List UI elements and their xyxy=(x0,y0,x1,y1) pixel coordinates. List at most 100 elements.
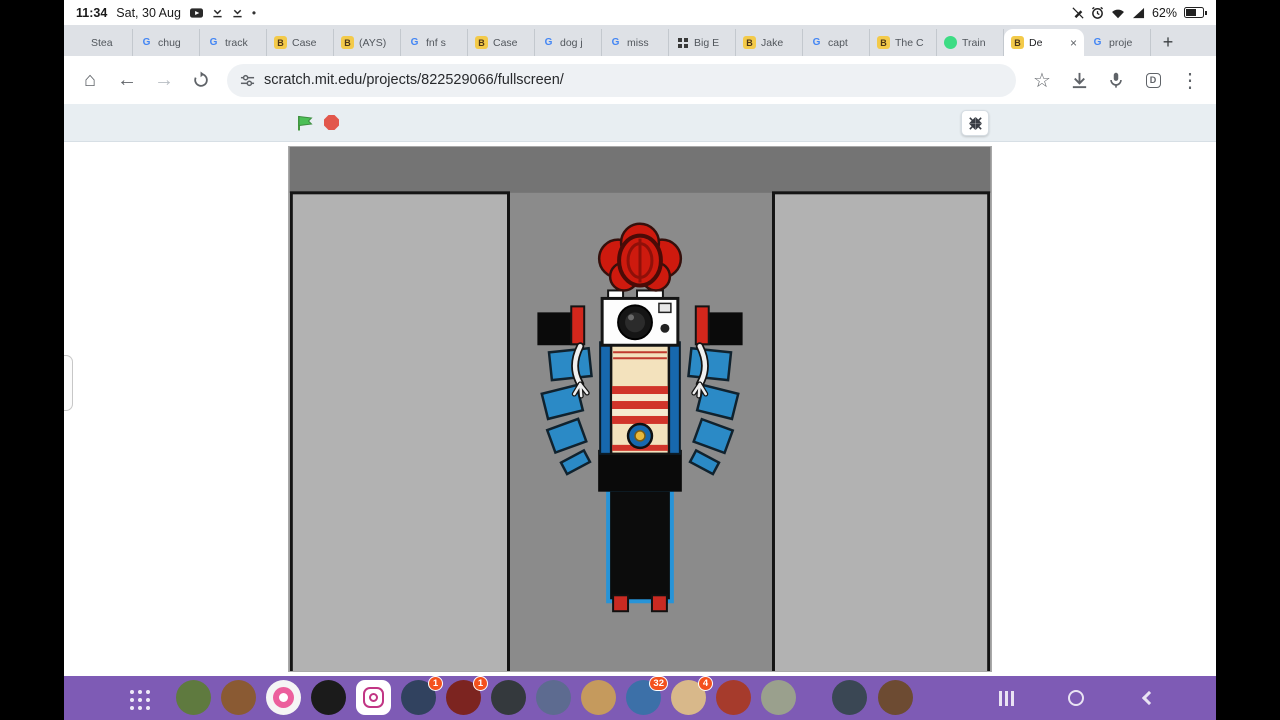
download-icon[interactable] xyxy=(1068,69,1090,91)
taskbar-app-10[interactable] xyxy=(581,680,616,715)
taskbar-apps: 1 1 32 4 xyxy=(176,676,796,715)
taskbar-app-11[interactable]: 32 xyxy=(626,676,668,715)
tab-label: The C xyxy=(895,36,924,49)
home-icon[interactable]: ⌂ xyxy=(79,69,101,91)
b-favicon: B xyxy=(1011,36,1024,49)
tab-label: fnf s xyxy=(426,36,446,49)
d-square-icon[interactable]: D xyxy=(1142,69,1164,91)
tab-label: track xyxy=(225,36,248,49)
tab-label: Jake xyxy=(761,36,784,49)
tab-label: Stea xyxy=(91,36,113,49)
pencil-off-icon xyxy=(1072,6,1084,19)
b-favicon: B xyxy=(877,36,890,49)
tab-big-e[interactable]: Big E xyxy=(669,29,736,56)
taskbar-app-5[interactable] xyxy=(356,680,391,715)
notification-badge: 32 xyxy=(649,676,668,691)
tab-list: Stea Gchug Gtrack B Case B (AYS) Gfnf s B Case Gdo… xyxy=(66,29,1151,56)
tab-track[interactable]: Gtrack xyxy=(200,29,267,56)
tab-fnf-s[interactable]: Gfnf s xyxy=(401,29,468,56)
star-icon[interactable]: ☆ xyxy=(1031,69,1053,92)
notification-badge: 1 xyxy=(428,676,443,691)
download-done-icon xyxy=(212,7,223,18)
taskbar-app-3[interactable] xyxy=(266,680,301,715)
tab-capt[interactable]: Gcapt xyxy=(803,29,870,56)
site-info-icon[interactable] xyxy=(240,73,255,88)
exit-fullscreen-button[interactable] xyxy=(961,110,989,136)
taskbar-app-8[interactable] xyxy=(491,680,526,715)
tab-label: capt xyxy=(828,36,848,49)
google-favicon: G xyxy=(812,37,821,48)
google-favicon: G xyxy=(611,37,620,48)
nav-buttons xyxy=(1005,676,1157,720)
scratch-stage[interactable] xyxy=(288,146,992,672)
tab-close-icon[interactable]: × xyxy=(1070,36,1077,50)
taskbar-app-4[interactable] xyxy=(311,680,346,715)
address-bar[interactable]: scratch.mit.edu/projects/822529066/fulls… xyxy=(227,63,1016,97)
battery-fill xyxy=(1186,9,1196,16)
b-favicon: B xyxy=(341,36,354,49)
tab-jake[interactable]: B Jake xyxy=(736,29,803,56)
app-drawer-icon[interactable] xyxy=(130,690,150,710)
status-bar: 11:34 Sat, 30 Aug • 62% xyxy=(64,0,1216,25)
new-tab-button[interactable]: + xyxy=(1151,29,1185,56)
scratch-control-bar xyxy=(64,104,1216,142)
taskbar-app-16[interactable] xyxy=(878,680,913,715)
tab-miss[interactable]: Gmiss xyxy=(602,29,669,56)
recents-icon[interactable] xyxy=(1005,690,1008,706)
b-favicon: B xyxy=(743,36,756,49)
edge-panel-handle[interactable] xyxy=(64,355,73,411)
tab-chug[interactable]: Gchug xyxy=(133,29,200,56)
tab-label: proje xyxy=(1109,36,1133,49)
b-favicon: B xyxy=(475,36,488,49)
tab-label: chug xyxy=(158,36,181,49)
taskbar-app-2[interactable] xyxy=(221,680,256,715)
taskbar-app-14[interactable] xyxy=(761,680,796,715)
signal-icon xyxy=(1132,7,1145,19)
taskbar-app-9[interactable] xyxy=(536,680,571,715)
google-favicon: G xyxy=(209,37,218,48)
right-wall xyxy=(771,191,991,671)
tab--ays-[interactable]: B (AYS) xyxy=(334,29,401,56)
tab-case[interactable]: B Case xyxy=(468,29,535,56)
taskbar-app-7[interactable]: 1 xyxy=(446,676,488,715)
status-right: 62% xyxy=(1072,5,1207,20)
tab-stea[interactable]: Stea xyxy=(66,29,133,56)
green-flag-icon[interactable] xyxy=(296,114,314,132)
back-chevron-icon[interactable] xyxy=(1141,690,1157,706)
overflow-dot-icon: • xyxy=(251,5,257,20)
mic-icon[interactable] xyxy=(1105,69,1127,91)
scratch-page xyxy=(64,142,1216,676)
url-text: scratch.mit.edu/projects/822529066/fulls… xyxy=(264,72,564,88)
tab-label: De xyxy=(1029,36,1043,49)
taskbar-app-6[interactable]: 1 xyxy=(401,676,443,715)
date: Sat, 30 Aug xyxy=(116,5,181,20)
taskbar-app-15[interactable] xyxy=(832,680,867,715)
alarm-icon xyxy=(1091,6,1104,19)
status-left: 11:34 Sat, 30 Aug • xyxy=(76,6,256,20)
tab-de[interactable]: B De × xyxy=(1004,29,1084,56)
tab-label: Case xyxy=(292,36,317,49)
battery-icon xyxy=(1184,7,1207,18)
taskbar: 1 1 32 4 xyxy=(64,676,1216,720)
notification-badge: 1 xyxy=(473,676,488,691)
taskbar-app-12[interactable]: 4 xyxy=(671,676,713,715)
taskbar-app-13[interactable] xyxy=(716,680,751,715)
battery-percent: 62% xyxy=(1151,5,1177,20)
tab-dog-j[interactable]: Gdog j xyxy=(535,29,602,56)
taskbar-app-1[interactable] xyxy=(176,680,211,715)
tablet-screen: 11:34 Sat, 30 Aug • 62% Stea G chug G tr… xyxy=(64,0,1216,720)
menu-icon[interactable]: ⋮ xyxy=(1179,69,1201,92)
tab-proje[interactable]: Gproje xyxy=(1084,29,1151,56)
tab-case[interactable]: B Case xyxy=(267,29,334,56)
forward-icon[interactable]: → xyxy=(153,69,175,91)
tab-label: miss xyxy=(627,36,649,49)
google-favicon: G xyxy=(1093,37,1102,48)
back-icon[interactable]: ← xyxy=(116,69,138,91)
reload-icon[interactable] xyxy=(190,69,212,91)
taskbar-apps-right xyxy=(832,680,913,715)
tab-label: Train xyxy=(962,36,986,49)
stop-sign-icon[interactable] xyxy=(324,115,339,130)
tab-the-c[interactable]: B The C xyxy=(870,29,937,56)
tab-train[interactable]: Train xyxy=(937,29,1004,56)
home-circle-icon[interactable] xyxy=(1068,690,1084,706)
